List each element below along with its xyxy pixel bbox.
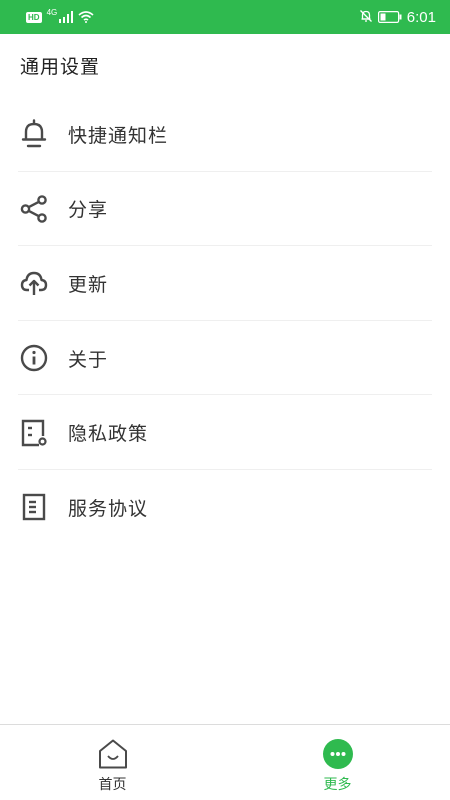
mute-bell-icon	[359, 8, 373, 27]
menu-item-label: 快捷通知栏	[68, 124, 169, 147]
home-icon	[97, 738, 129, 770]
status-time: 6:01	[406, 8, 436, 26]
status-left: HD 4G	[26, 8, 94, 27]
share-icon	[18, 193, 50, 225]
menu-item-label: 更新	[68, 273, 109, 296]
menu-item-label: 隐私政策	[68, 423, 149, 446]
bell-icon	[18, 118, 50, 150]
tab-home[interactable]: 首页	[0, 725, 225, 800]
battery-icon	[377, 8, 402, 27]
signal-icon	[59, 8, 74, 27]
menu-item-label: 分享	[68, 199, 109, 222]
settings-menu: 快捷通知栏 分享 更新 关于 隐私政策 服务协议	[0, 97, 450, 545]
menu-item-update[interactable]: 更新	[0, 246, 450, 321]
status-bar: HD 4G 6:01	[0, 0, 450, 34]
tab-more[interactable]: 更多	[225, 725, 450, 800]
info-icon	[18, 342, 50, 374]
menu-item-label: 关于	[68, 348, 109, 371]
tab-home-label: 首页	[98, 777, 127, 793]
status-right: 6:01	[359, 8, 436, 27]
hd-badge: HD	[26, 11, 42, 23]
wifi-icon	[78, 8, 94, 27]
tab-more-label: 更多	[323, 777, 352, 793]
agreement-doc-icon	[18, 491, 50, 523]
bottom-nav: 首页 更多	[0, 724, 450, 800]
menu-item-service-agreement[interactable]: 服务协议	[0, 470, 450, 545]
more-icon	[322, 738, 354, 770]
cloud-upload-icon	[18, 267, 50, 299]
menu-item-notification-bar[interactable]: 快捷通知栏	[0, 97, 450, 172]
page-title: 通用设置	[20, 56, 101, 78]
privacy-doc-icon	[18, 417, 50, 449]
menu-item-privacy-policy[interactable]: 隐私政策	[0, 395, 450, 470]
menu-item-share[interactable]: 分享	[0, 172, 450, 247]
menu-item-about[interactable]: 关于	[0, 321, 450, 396]
network-type: 4G	[46, 7, 58, 17]
menu-item-label: 服务协议	[68, 497, 149, 520]
